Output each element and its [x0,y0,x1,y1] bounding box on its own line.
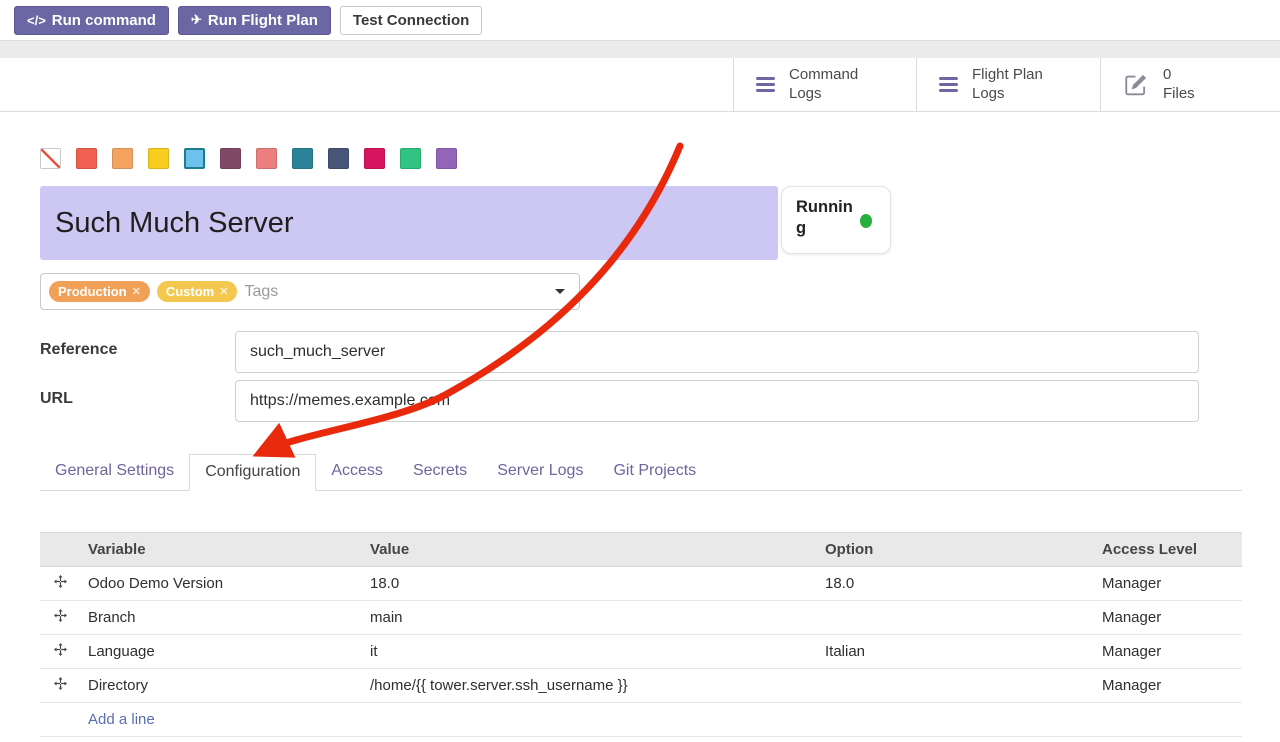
column-header-value: Value [362,533,817,567]
table-row: Language it Italian Manager [40,635,1242,669]
color-swatch-dark-blue[interactable] [328,148,349,169]
cell-variable[interactable]: Directory [80,669,362,703]
column-header-option: Option [817,533,1094,567]
list-icon [756,77,775,92]
add-a-line-link[interactable]: Add a line [88,711,155,728]
cell-variable[interactable]: Odoo Demo Version [80,567,362,601]
tag-custom[interactable]: Custom ✕ [157,281,238,302]
chevron-down-icon[interactable] [555,289,565,294]
cell-option[interactable] [817,669,1094,703]
tag-label: Custom [166,284,214,299]
handle-column-header [40,533,80,567]
run-flight-plan-button[interactable]: ✈ Run Flight Plan [178,6,331,35]
tag-label: Production [58,284,127,299]
flight-plan-logs-label: Flight Plan Logs [972,66,1043,104]
cell-access-level[interactable]: Manager [1094,669,1242,703]
cell-variable[interactable]: Branch [80,601,362,635]
cell-access-level[interactable]: Manager [1094,567,1242,601]
reference-label: Reference [40,331,235,373]
color-swatch-red[interactable] [76,148,97,169]
color-picker [40,148,1242,169]
tab-server-logs[interactable]: Server Logs [482,454,598,491]
drag-handle-icon[interactable] [40,601,80,635]
list-icon [939,77,958,92]
status-card: Running [781,186,891,254]
color-swatch-salmon-pink[interactable] [256,148,277,169]
tab-configuration[interactable]: Configuration [189,454,316,491]
color-swatch-green[interactable] [400,148,421,169]
server-name-field[interactable]: Such Much Server [40,186,778,260]
reference-input[interactable] [235,331,1199,373]
cell-variable[interactable]: Language [80,635,362,669]
color-swatch-orange[interactable] [112,148,133,169]
flight-plan-logs-button[interactable]: Flight Plan Logs [916,58,1100,111]
form-header: Command Logs Flight Plan Logs 0 Files [0,58,1280,112]
tab-general-settings[interactable]: General Settings [40,454,189,491]
remove-tag-icon[interactable]: ✕ [132,285,141,298]
code-icon: </> [27,13,46,28]
status-dot-icon [860,214,872,228]
color-swatch-yellow[interactable] [148,148,169,169]
add-line-row: Add a line [40,703,1242,737]
table-row: Directory /home/{{ tower.server.ssh_user… [40,669,1242,703]
color-swatch-dark-purple[interactable] [220,148,241,169]
color-swatch-fuchsia[interactable] [364,148,385,169]
cell-option[interactable]: Italian [817,635,1094,669]
color-swatch-none[interactable] [40,148,61,169]
cell-value[interactable]: main [362,601,817,635]
status-label: Running [796,197,854,240]
cell-access-level[interactable]: Manager [1094,635,1242,669]
command-logs-label: Command Logs [789,66,858,104]
tags-field[interactable]: Production ✕ Custom ✕ Tags [40,273,580,310]
drag-handle-icon[interactable] [40,669,80,703]
url-label: URL [40,380,235,422]
drag-handle-icon[interactable] [40,567,80,601]
tab-access[interactable]: Access [316,454,398,491]
url-input[interactable] [235,380,1199,422]
run-flight-plan-label: Run Flight Plan [208,12,318,29]
cell-option[interactable] [817,601,1094,635]
table-header-row: Variable Value Option Access Level [40,533,1242,567]
cell-value[interactable]: 18.0 [362,567,817,601]
color-swatch-light-blue[interactable] [184,148,205,169]
command-logs-button[interactable]: Command Logs [733,58,916,111]
column-header-access-level: Access Level [1094,533,1242,567]
color-swatch-purple[interactable] [436,148,457,169]
form-sheet: Such Much Server Running Production ✕ Cu… [0,148,1280,737]
files-label: 0 Files [1163,66,1195,104]
tab-git-projects[interactable]: Git Projects [598,454,711,491]
tags-placeholder: Tags [244,283,278,301]
remove-tag-icon[interactable]: ✕ [219,285,228,298]
column-header-variable: Variable [80,533,362,567]
test-connection-label: Test Connection [353,12,469,29]
color-swatch-medium-blue[interactable] [292,148,313,169]
drag-handle-icon[interactable] [40,635,80,669]
notebook-tabs: General Settings Configuration Access Se… [40,454,1242,491]
test-connection-button[interactable]: Test Connection [340,6,482,35]
breadcrumb-strip [0,40,1280,58]
run-command-button[interactable]: </> Run command [14,6,169,35]
variables-table: Variable Value Option Access Level Odoo … [40,532,1242,737]
files-button[interactable]: 0 Files [1100,58,1280,111]
run-command-label: Run command [52,12,156,29]
edit-icon [1123,72,1149,98]
top-toolbar: </> Run command ✈ Run Flight Plan Test C… [0,0,1280,40]
cell-value[interactable]: /home/{{ tower.server.ssh_username }} [362,669,817,703]
cell-value[interactable]: it [362,635,817,669]
table-row: Odoo Demo Version 18.0 18.0 Manager [40,567,1242,601]
paper-plane-icon: ✈ [191,12,202,28]
table-row: Branch main Manager [40,601,1242,635]
cell-access-level[interactable]: Manager [1094,601,1242,635]
cell-option[interactable]: 18.0 [817,567,1094,601]
tab-secrets[interactable]: Secrets [398,454,482,491]
tag-production[interactable]: Production ✕ [49,281,150,302]
